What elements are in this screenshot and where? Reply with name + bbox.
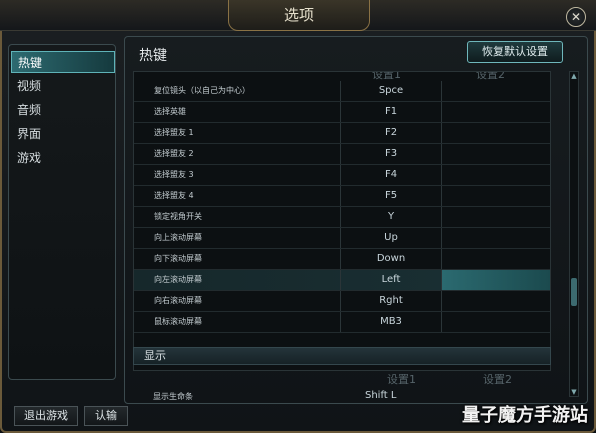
sidebar-item-hotkeys[interactable]: 热键 xyxy=(11,51,115,73)
row-label: 选择盟友 2 xyxy=(154,149,194,158)
row-label: 选择盟友 4 xyxy=(154,191,194,200)
key-binding-1[interactable]: F5 xyxy=(340,186,442,206)
scroll-down-icon[interactable]: ▼ xyxy=(570,388,578,396)
table-row: 复位镜头（以自己为中心） Spce xyxy=(134,81,550,102)
key-binding-1[interactable]: F1 xyxy=(340,102,442,122)
row-label: 鼠标滚动屏幕 xyxy=(154,317,202,326)
key-binding-1[interactable]: Left xyxy=(340,270,442,290)
hotkeys-panel: 热键 恢复默认设置 设置1 设置2 复位镜头（以自己为中心） Spce 选择英雄… xyxy=(124,36,588,404)
row-label: 向左滚动屏幕 xyxy=(154,275,202,284)
sidebar-item-game[interactable]: 游戏 xyxy=(11,147,115,169)
sidebar-item-audio[interactable]: 音频 xyxy=(11,99,115,121)
row-label: 选择盟友 1 xyxy=(154,128,194,137)
row-label: 选择英雄 xyxy=(154,107,186,116)
title-bar: 选项 ✕ xyxy=(0,0,596,31)
table-row: 向上滚动屏幕 Up xyxy=(134,228,550,249)
close-button[interactable]: ✕ xyxy=(566,7,586,27)
table-row: 向右滚动屏幕 Rght xyxy=(134,291,550,312)
key-binding-2[interactable] xyxy=(442,186,550,206)
key-binding-1[interactable]: F3 xyxy=(340,144,442,164)
key-binding-2-selected[interactable] xyxy=(442,270,550,290)
hotkey-list: 设置1 设置2 复位镜头（以自己为中心） Spce 选择英雄 F1 选择盟友 1… xyxy=(133,71,551,371)
key-binding-1[interactable]: Down xyxy=(340,249,442,269)
section-header-display: 显示 xyxy=(133,347,551,365)
key-binding-2[interactable] xyxy=(442,249,550,269)
table-row: 向下滚动屏幕 Down xyxy=(134,249,550,270)
page-title: 热键 xyxy=(139,48,167,64)
key-binding-2[interactable] xyxy=(442,81,550,101)
key-binding-2[interactable] xyxy=(442,102,550,122)
key-binding-1[interactable]: Up xyxy=(340,228,442,248)
table-row: 选择盟友 4 F5 xyxy=(134,186,550,207)
row-label: 向上滚动屏幕 xyxy=(154,233,202,242)
window-title: 选项 xyxy=(228,0,370,31)
table-row: 选择盟友 3 F4 xyxy=(134,165,550,186)
display-row-label: 显示生命条 xyxy=(153,392,193,401)
table-row: 选择盟友 2 F3 xyxy=(134,144,550,165)
key-binding-1[interactable]: F2 xyxy=(340,123,442,143)
table-row: 鼠标滚动屏幕 MB3 xyxy=(134,312,550,333)
table-row: 锁定视角开关 Y xyxy=(134,207,550,228)
display-key-binding-1[interactable]: Shift L xyxy=(365,390,396,401)
close-icon: ✕ xyxy=(570,10,582,24)
table-row: 选择英雄 F1 xyxy=(134,102,550,123)
sidebar-item-interface[interactable]: 界面 xyxy=(11,123,115,145)
key-binding-2[interactable] xyxy=(442,228,550,248)
watermark-text: 量子魔方手游站 xyxy=(462,405,588,426)
display-column-header-setting2: 设置2 xyxy=(483,373,512,386)
row-label: 向下滚动屏幕 xyxy=(154,254,202,263)
key-binding-1[interactable]: Rght xyxy=(340,291,442,311)
key-binding-2[interactable] xyxy=(442,312,550,332)
row-label: 复位镜头（以自己为中心） xyxy=(154,86,250,95)
key-binding-2[interactable] xyxy=(442,123,550,143)
key-binding-1[interactable]: Spce xyxy=(340,81,442,101)
sidebar-item-video[interactable]: 视频 xyxy=(11,75,115,97)
scroll-thumb[interactable] xyxy=(571,278,577,306)
row-label: 向右滚动屏幕 xyxy=(154,296,202,305)
display-column-header-setting1: 设置1 xyxy=(387,373,416,386)
key-binding-2[interactable] xyxy=(442,207,550,227)
table-row: 选择盟友 1 F2 xyxy=(134,123,550,144)
restore-defaults-button[interactable]: 恢复默认设置 xyxy=(467,41,563,63)
key-binding-1[interactable]: MB3 xyxy=(340,312,442,332)
key-binding-2[interactable] xyxy=(442,291,550,311)
scroll-up-icon[interactable]: ▲ xyxy=(570,72,578,80)
scrollbar[interactable]: ▲ ▼ xyxy=(569,71,579,397)
row-label: 选择盟友 3 xyxy=(154,170,194,179)
quit-game-button[interactable]: 退出游戏 xyxy=(14,406,78,426)
key-binding-1[interactable]: F4 xyxy=(340,165,442,185)
surrender-button[interactable]: 认输 xyxy=(84,406,128,426)
table-row-selected: 向左滚动屏幕 Left xyxy=(134,270,550,291)
row-label: 锁定视角开关 xyxy=(154,212,202,221)
key-binding-2[interactable] xyxy=(442,144,550,164)
sidebar: 热键 视频 音频 界面 游戏 xyxy=(8,44,116,380)
key-binding-2[interactable] xyxy=(442,165,550,185)
key-binding-1[interactable]: Y xyxy=(340,207,442,227)
